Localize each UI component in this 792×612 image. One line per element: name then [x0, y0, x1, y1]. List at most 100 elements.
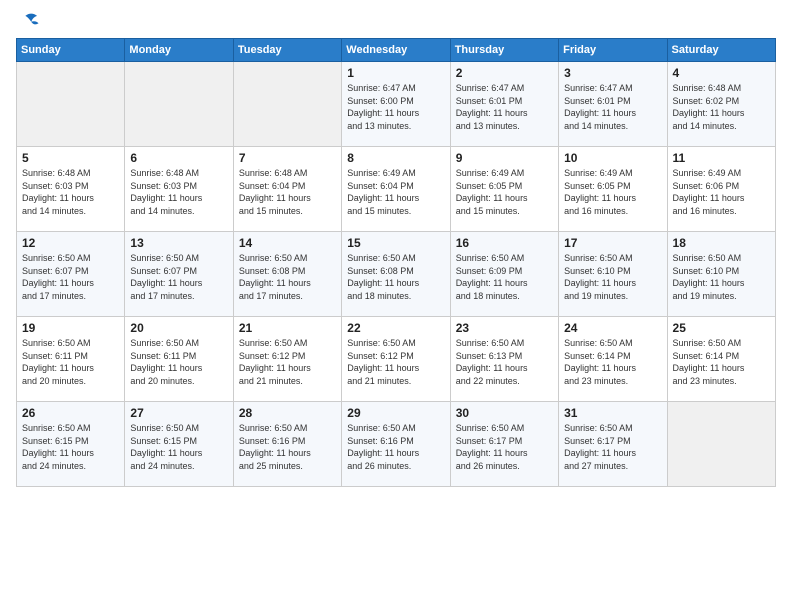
day-number: 26	[22, 406, 119, 420]
day-number: 13	[130, 236, 227, 250]
weekday-header-tuesday: Tuesday	[233, 39, 341, 62]
day-number: 9	[456, 151, 553, 165]
day-info: Sunrise: 6:50 AM Sunset: 6:12 PM Dayligh…	[347, 337, 444, 387]
calendar-cell: 5 Sunrise: 6:48 AM Sunset: 6:03 PM Daylig…	[17, 147, 125, 232]
day-info: Sunrise: 6:50 AM Sunset: 6:15 PM Dayligh…	[22, 422, 119, 472]
calendar-cell: 2Sunrise: 6:47 AM Sunset: 6:01 PM Daylig…	[450, 62, 558, 147]
day-info: Sunrise: 6:50 AM Sunset: 6:15 PM Dayligh…	[130, 422, 227, 472]
calendar-cell	[233, 62, 341, 147]
calendar-cell: 29 Sunrise: 6:50 AM Sunset: 6:16 PM Dayli…	[342, 402, 450, 487]
day-number: 30	[456, 406, 553, 420]
calendar-cell: 9 Sunrise: 6:49 AM Sunset: 6:05 PM Daylig…	[450, 147, 558, 232]
day-number: 20	[130, 321, 227, 335]
calendar-cell: 7Sunrise: 6:48 AM Sunset: 6:04 PM Daylig…	[233, 147, 341, 232]
day-number: 2	[456, 66, 553, 80]
day-number: 28	[239, 406, 336, 420]
day-info: Sunrise: 6:50 AM Sunset: 6:16 PM Dayligh…	[347, 422, 444, 472]
calendar-cell: 23Sunrise: 6:50 AM Sunset: 6:13 PM Dayli…	[450, 317, 558, 402]
day-number: 16	[456, 236, 553, 250]
day-number: 10	[564, 151, 661, 165]
calendar-cell: 8 Sunrise: 6:49 AM Sunset: 6:04 PM Daylig…	[342, 147, 450, 232]
day-number: 25	[673, 321, 770, 335]
day-info: Sunrise: 6:48 AM Sunset: 6:02 PM Dayligh…	[673, 82, 770, 132]
calendar-cell: 24 Sunrise: 6:50 AM Sunset: 6:14 PM Dayli…	[559, 317, 667, 402]
logo-bird-icon	[18, 10, 40, 32]
calendar-table: SundayMondayTuesdayWednesdayThursdayFrid…	[16, 38, 776, 487]
day-number: 8	[347, 151, 444, 165]
calendar-cell: 20 Sunrise: 6:50 AM Sunset: 6:11 PM Dayli…	[125, 317, 233, 402]
day-number: 1	[347, 66, 444, 80]
calendar-cell: 25 Sunrise: 6:50 AM Sunset: 6:14 PM Dayli…	[667, 317, 775, 402]
calendar-cell	[667, 402, 775, 487]
day-info: Sunrise: 6:50 AM Sunset: 6:08 PM Dayligh…	[347, 252, 444, 302]
week-row-2: 12Sunrise: 6:50 AM Sunset: 6:07 PM Dayli…	[17, 232, 776, 317]
day-info: Sunrise: 6:50 AM Sunset: 6:10 PM Dayligh…	[673, 252, 770, 302]
day-number: 29	[347, 406, 444, 420]
calendar-cell: 26 Sunrise: 6:50 AM Sunset: 6:15 PM Dayli…	[17, 402, 125, 487]
day-info: Sunrise: 6:50 AM Sunset: 6:07 PM Dayligh…	[22, 252, 119, 302]
day-info: Sunrise: 6:50 AM Sunset: 6:14 PM Dayligh…	[564, 337, 661, 387]
day-info: Sunrise: 6:50 AM Sunset: 6:17 PM Dayligh…	[564, 422, 661, 472]
calendar-cell	[125, 62, 233, 147]
day-info: Sunrise: 6:50 AM Sunset: 6:12 PM Dayligh…	[239, 337, 336, 387]
weekday-header-saturday: Saturday	[667, 39, 775, 62]
day-number: 22	[347, 321, 444, 335]
day-info: Sunrise: 6:50 AM Sunset: 6:10 PM Dayligh…	[564, 252, 661, 302]
calendar-cell: 30 Sunrise: 6:50 AM Sunset: 6:17 PM Dayli…	[450, 402, 558, 487]
week-row-4: 26 Sunrise: 6:50 AM Sunset: 6:15 PM Dayli…	[17, 402, 776, 487]
day-info: Sunrise: 6:50 AM Sunset: 6:11 PM Dayligh…	[130, 337, 227, 387]
calendar-cell: 11 Sunrise: 6:49 AM Sunset: 6:06 PM Dayli…	[667, 147, 775, 232]
weekday-header-monday: Monday	[125, 39, 233, 62]
calendar-cell: 15Sunrise: 6:50 AM Sunset: 6:08 PM Dayli…	[342, 232, 450, 317]
day-number: 4	[673, 66, 770, 80]
calendar-cell: 6Sunrise: 6:48 AM Sunset: 6:03 PM Daylig…	[125, 147, 233, 232]
day-info: Sunrise: 6:50 AM Sunset: 6:09 PM Dayligh…	[456, 252, 553, 302]
day-info: Sunrise: 6:50 AM Sunset: 6:11 PM Dayligh…	[22, 337, 119, 387]
calendar-cell: 28 Sunrise: 6:50 AM Sunset: 6:16 PM Dayli…	[233, 402, 341, 487]
calendar-cell: 19Sunrise: 6:50 AM Sunset: 6:11 PM Dayli…	[17, 317, 125, 402]
day-number: 11	[673, 151, 770, 165]
calendar-cell: 1Sunrise: 6:47 AM Sunset: 6:00 PM Daylig…	[342, 62, 450, 147]
week-row-0: 1Sunrise: 6:47 AM Sunset: 6:00 PM Daylig…	[17, 62, 776, 147]
weekday-header-thursday: Thursday	[450, 39, 558, 62]
day-number: 27	[130, 406, 227, 420]
day-info: Sunrise: 6:49 AM Sunset: 6:05 PM Dayligh…	[456, 167, 553, 217]
day-number: 17	[564, 236, 661, 250]
day-info: Sunrise: 6:50 AM Sunset: 6:16 PM Dayligh…	[239, 422, 336, 472]
day-info: Sunrise: 6:50 AM Sunset: 6:13 PM Dayligh…	[456, 337, 553, 387]
day-info: Sunrise: 6:48 AM Sunset: 6:04 PM Dayligh…	[239, 167, 336, 217]
calendar-cell: 12Sunrise: 6:50 AM Sunset: 6:07 PM Dayli…	[17, 232, 125, 317]
calendar-cell: 17 Sunrise: 6:50 AM Sunset: 6:10 PM Dayli…	[559, 232, 667, 317]
day-info: Sunrise: 6:49 AM Sunset: 6:04 PM Dayligh…	[347, 167, 444, 217]
day-number: 14	[239, 236, 336, 250]
day-number: 18	[673, 236, 770, 250]
day-info: Sunrise: 6:48 AM Sunset: 6:03 PM Dayligh…	[22, 167, 119, 217]
day-info: Sunrise: 6:50 AM Sunset: 6:14 PM Dayligh…	[673, 337, 770, 387]
calendar-cell: 4 Sunrise: 6:48 AM Sunset: 6:02 PM Daylig…	[667, 62, 775, 147]
calendar-cell: 21 Sunrise: 6:50 AM Sunset: 6:12 PM Dayli…	[233, 317, 341, 402]
day-info: Sunrise: 6:47 AM Sunset: 6:01 PM Dayligh…	[564, 82, 661, 132]
day-number: 5	[22, 151, 119, 165]
calendar-cell: 13Sunrise: 6:50 AM Sunset: 6:07 PM Dayli…	[125, 232, 233, 317]
calendar-cell: 18 Sunrise: 6:50 AM Sunset: 6:10 PM Dayli…	[667, 232, 775, 317]
page: SundayMondayTuesdayWednesdayThursdayFrid…	[0, 0, 792, 612]
day-number: 21	[239, 321, 336, 335]
calendar-cell: 14Sunrise: 6:50 AM Sunset: 6:08 PM Dayli…	[233, 232, 341, 317]
weekday-header-wednesday: Wednesday	[342, 39, 450, 62]
day-number: 31	[564, 406, 661, 420]
header	[16, 12, 776, 32]
weekday-header-row: SundayMondayTuesdayWednesdayThursdayFrid…	[17, 39, 776, 62]
calendar-cell: 22 Sunrise: 6:50 AM Sunset: 6:12 PM Dayli…	[342, 317, 450, 402]
day-number: 6	[130, 151, 227, 165]
day-number: 24	[564, 321, 661, 335]
calendar-cell: 31 Sunrise: 6:50 AM Sunset: 6:17 PM Dayli…	[559, 402, 667, 487]
day-info: Sunrise: 6:50 AM Sunset: 6:17 PM Dayligh…	[456, 422, 553, 472]
calendar-cell	[17, 62, 125, 147]
weekday-header-friday: Friday	[559, 39, 667, 62]
calendar-cell: 27 Sunrise: 6:50 AM Sunset: 6:15 PM Dayli…	[125, 402, 233, 487]
logo	[16, 12, 40, 32]
day-info: Sunrise: 6:49 AM Sunset: 6:06 PM Dayligh…	[673, 167, 770, 217]
week-row-1: 5 Sunrise: 6:48 AM Sunset: 6:03 PM Daylig…	[17, 147, 776, 232]
calendar-cell: 10Sunrise: 6:49 AM Sunset: 6:05 PM Dayli…	[559, 147, 667, 232]
week-row-3: 19Sunrise: 6:50 AM Sunset: 6:11 PM Dayli…	[17, 317, 776, 402]
